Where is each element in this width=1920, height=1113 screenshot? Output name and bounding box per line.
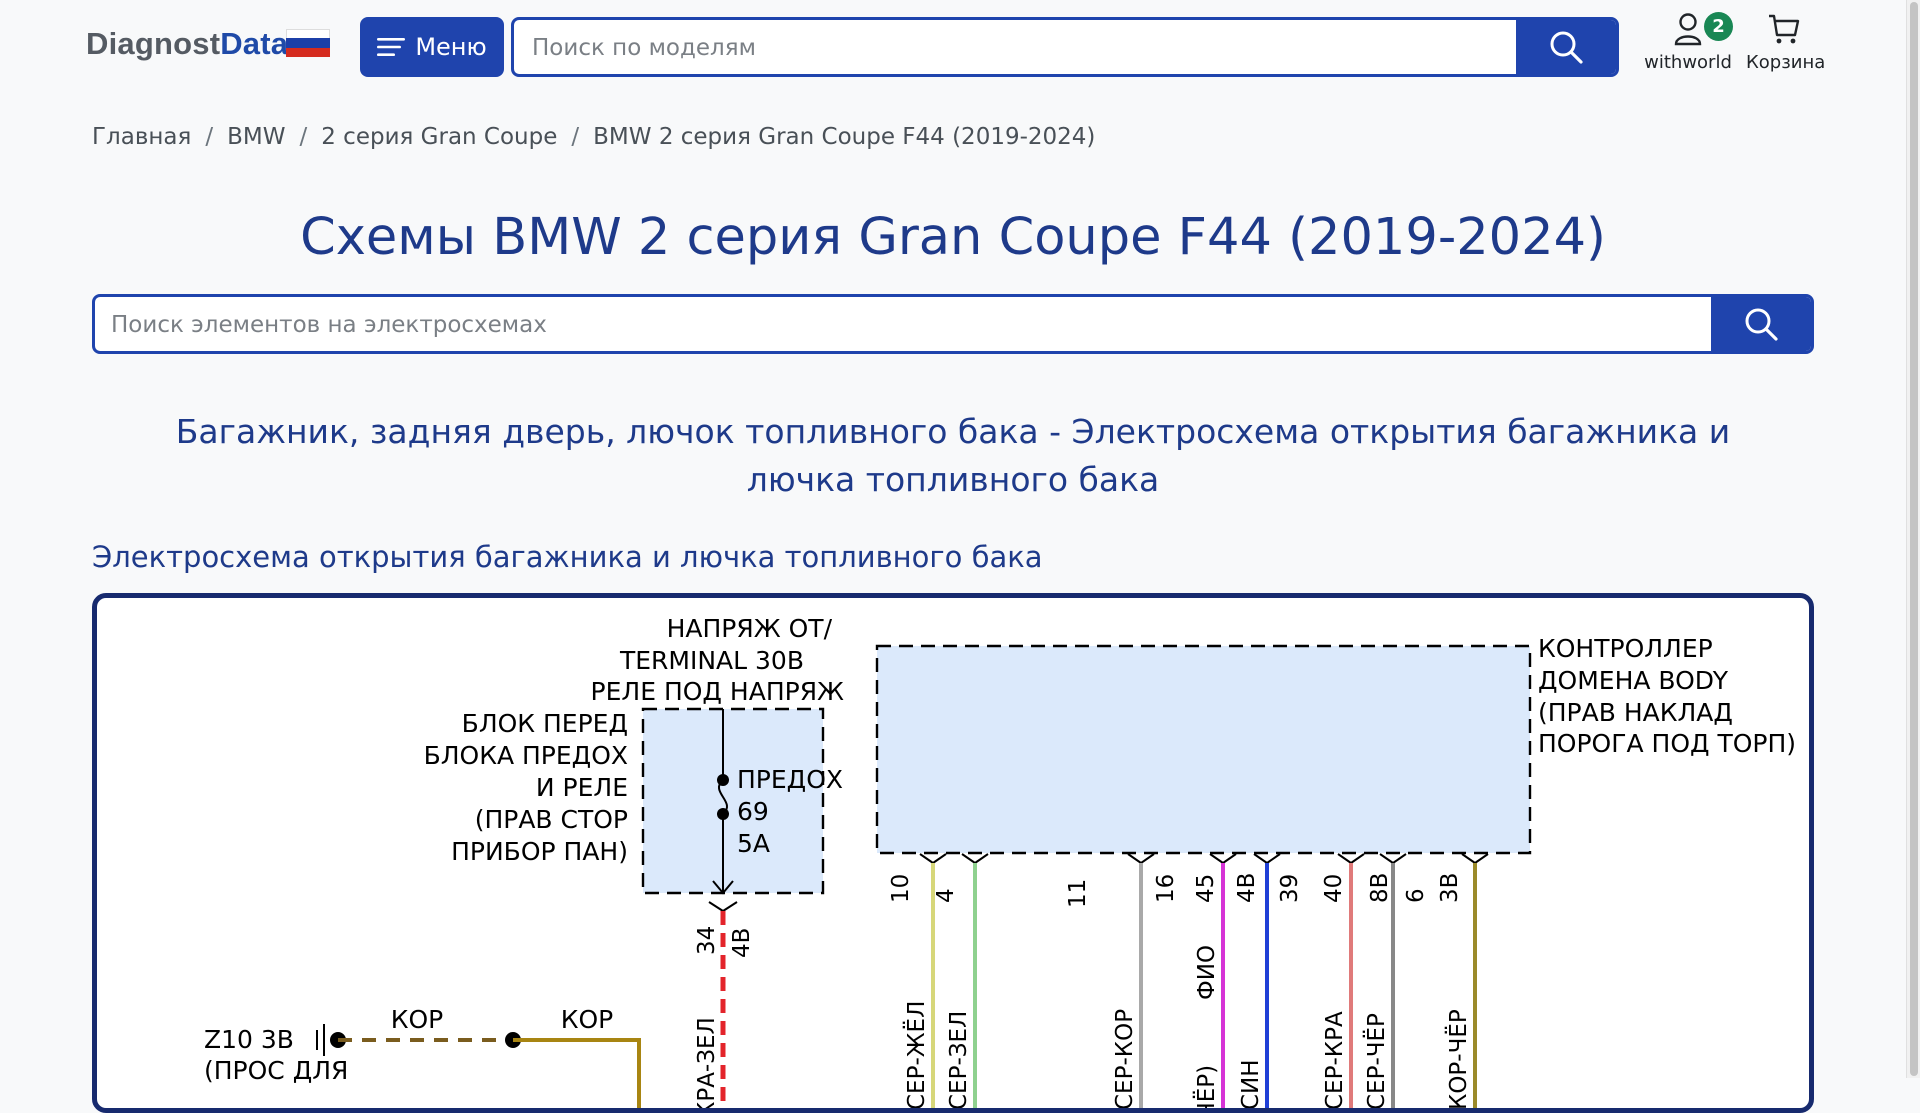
breadcrumb-separator: / bbox=[205, 124, 214, 150]
fuse-block-label-line: БЛОК ПЕРЕД bbox=[462, 709, 628, 738]
page-title: Схемы BMW 2 серия Gran Coupe F44 (2019-2… bbox=[300, 208, 1606, 267]
wire-color-label: СЕР-ЧЁР bbox=[1362, 1013, 1390, 1108]
connector-notch bbox=[919, 853, 947, 865]
connector-notch bbox=[1127, 853, 1155, 865]
model-search-input[interactable] bbox=[530, 20, 1514, 74]
controller-pin-label: 40 bbox=[1321, 874, 1347, 903]
breadcrumb-item-brand[interactable]: BMW bbox=[227, 124, 285, 150]
wire-color-label: ЧЁР) bbox=[1192, 1065, 1220, 1108]
power-label-line: TERMINAL 30B bbox=[619, 646, 804, 675]
ground-wire bbox=[513, 1038, 641, 1108]
fuse-block-label-line: (ПРАВ СТОР bbox=[475, 805, 628, 834]
fuse-pin-label: 34 bbox=[694, 926, 720, 955]
element-search-input[interactable] bbox=[109, 297, 1693, 351]
cart-icon bbox=[1769, 14, 1800, 44]
fuse-block-label-line: БЛОКА ПРЕДОХ bbox=[424, 741, 628, 770]
section-title: Багажник, задняя дверь, лючок топливного… bbox=[175, 412, 1731, 499]
connector-notch bbox=[1461, 853, 1489, 865]
model-search-bar bbox=[511, 17, 1619, 77]
fuse-block-label-line: ПРИБОР ПАН) bbox=[451, 837, 628, 866]
search-icon bbox=[1550, 31, 1583, 64]
controller-pin-label: 10 bbox=[888, 874, 914, 903]
fuse-number: 69 bbox=[737, 797, 769, 826]
connector-notch bbox=[1379, 853, 1407, 865]
logo-text-data: Data bbox=[220, 26, 289, 61]
fuse-block-box bbox=[641, 707, 825, 895]
controller-pin-label: 3B bbox=[1437, 873, 1463, 903]
ground-label: Z10 3B bbox=[204, 1025, 294, 1054]
controller-label-line: ПОРОГА ПОД ТОРП) bbox=[1538, 729, 1796, 758]
controller-pin-label: 11 bbox=[1065, 879, 1091, 908]
controller-label-line: (ПРАВ НАКЛАД bbox=[1538, 698, 1733, 727]
fuse-label: ПРЕДОХ bbox=[737, 765, 843, 794]
controller-pins: 10 4 11 16 45 4B 39 40 8B 6 3B bbox=[888, 853, 1489, 908]
controller-pin-label: 6 bbox=[1403, 888, 1429, 903]
wire-color-label: СИН bbox=[1238, 1059, 1264, 1108]
menu-button[interactable]: Меню bbox=[360, 17, 504, 77]
power-label-line: НАПРЯЖ ОТ/ bbox=[667, 614, 833, 643]
fuse-rating: 5А bbox=[737, 829, 770, 858]
wire-color-label: СЕР-КОР bbox=[1112, 1009, 1138, 1108]
wire-color-label: СЕР-ЗЕЛ bbox=[946, 1011, 972, 1108]
ground-wire-label: КОР bbox=[391, 1005, 444, 1034]
breadcrumb-item-series[interactable]: 2 серия Gran Coupe bbox=[321, 124, 557, 150]
wiring-diagram: НАПРЯЖ ОТ/ TERMINAL 30B РЕЛЕ ПОД НАПРЯЖ … bbox=[204, 614, 1796, 1108]
fuse-pin-label: 4B bbox=[729, 928, 755, 958]
controller-box bbox=[875, 644, 1532, 855]
element-search-bar bbox=[92, 294, 1814, 354]
logo-text-diagnost: Diagnost bbox=[86, 26, 221, 61]
connector-notch bbox=[961, 853, 989, 865]
controller-pin-label: 39 bbox=[1277, 874, 1303, 903]
site-logo[interactable]: DiagnostData bbox=[86, 26, 288, 62]
diagram-title: Электросхема открытия багажника и лючка … bbox=[92, 540, 1043, 574]
controller-pin-label: 8B bbox=[1367, 873, 1393, 903]
controller-label-line: ДОМЕНА BODY bbox=[1538, 666, 1729, 695]
connector-notch bbox=[1209, 853, 1237, 865]
controller-pin-label: 4 bbox=[933, 888, 959, 903]
cart-label: Корзина bbox=[1746, 52, 1826, 73]
breadcrumb-separator: / bbox=[299, 124, 308, 150]
breadcrumb: Главная / BMW / 2 серия Gran Coupe / BMW… bbox=[92, 124, 1095, 150]
fuse-wire-label: КРА-ЗЕЛ bbox=[694, 1017, 720, 1108]
scrollbar-thumb[interactable] bbox=[1910, 2, 1918, 1076]
model-search-button[interactable] bbox=[1516, 20, 1616, 74]
connector-notch bbox=[1253, 853, 1281, 865]
page-scrollbar[interactable] bbox=[1906, 0, 1920, 1078]
notification-badge: 2 bbox=[1704, 12, 1733, 41]
controller-pin-label: 4B bbox=[1234, 873, 1260, 903]
wire-color-label: СЕР-ЖЁЛ bbox=[902, 1001, 930, 1108]
connector-notch bbox=[1337, 853, 1365, 865]
breadcrumb-item-current: BMW 2 серия Gran Coupe F44 (2019-2024) bbox=[593, 124, 1096, 150]
controller-label-line: КОНТРОЛЛЕР bbox=[1538, 634, 1713, 663]
menu-button-label: Меню bbox=[415, 33, 487, 61]
user-name-label: withworld bbox=[1644, 52, 1732, 73]
fuse-block-label-line: И РЕЛЕ bbox=[536, 773, 628, 802]
wire-color-label: КОР-ЧЁР bbox=[1444, 1009, 1472, 1108]
breadcrumb-item-home[interactable]: Главная bbox=[92, 124, 191, 150]
user-account-link[interactable]: 2 withworld bbox=[1640, 12, 1736, 73]
cart-link[interactable]: Корзина bbox=[1746, 12, 1826, 73]
wire-color-label: СЕР-КРА bbox=[1322, 1011, 1348, 1108]
connector-symbol bbox=[708, 901, 738, 913]
hamburger-icon bbox=[377, 38, 406, 56]
wire-color-label: ФИО bbox=[1194, 945, 1220, 1000]
power-label-line: РЕЛЕ ПОД НАПРЯЖ bbox=[591, 677, 845, 706]
user-icon bbox=[1674, 13, 1702, 46]
controller-pin-label: 16 bbox=[1153, 874, 1179, 903]
search-icon bbox=[1745, 308, 1778, 341]
russia-flag-icon[interactable] bbox=[286, 29, 330, 57]
element-search-button[interactable] bbox=[1711, 297, 1811, 351]
ground-wire-label: КОР bbox=[561, 1005, 614, 1034]
ground-label: (ПРОС ДЛЯ bbox=[204, 1056, 348, 1085]
controller-pin-label: 45 bbox=[1193, 874, 1219, 903]
breadcrumb-separator: / bbox=[571, 124, 580, 150]
wiring-diagram-frame[interactable]: НАПРЯЖ ОТ/ TERMINAL 30B РЕЛЕ ПОД НАПРЯЖ … bbox=[92, 593, 1814, 1113]
